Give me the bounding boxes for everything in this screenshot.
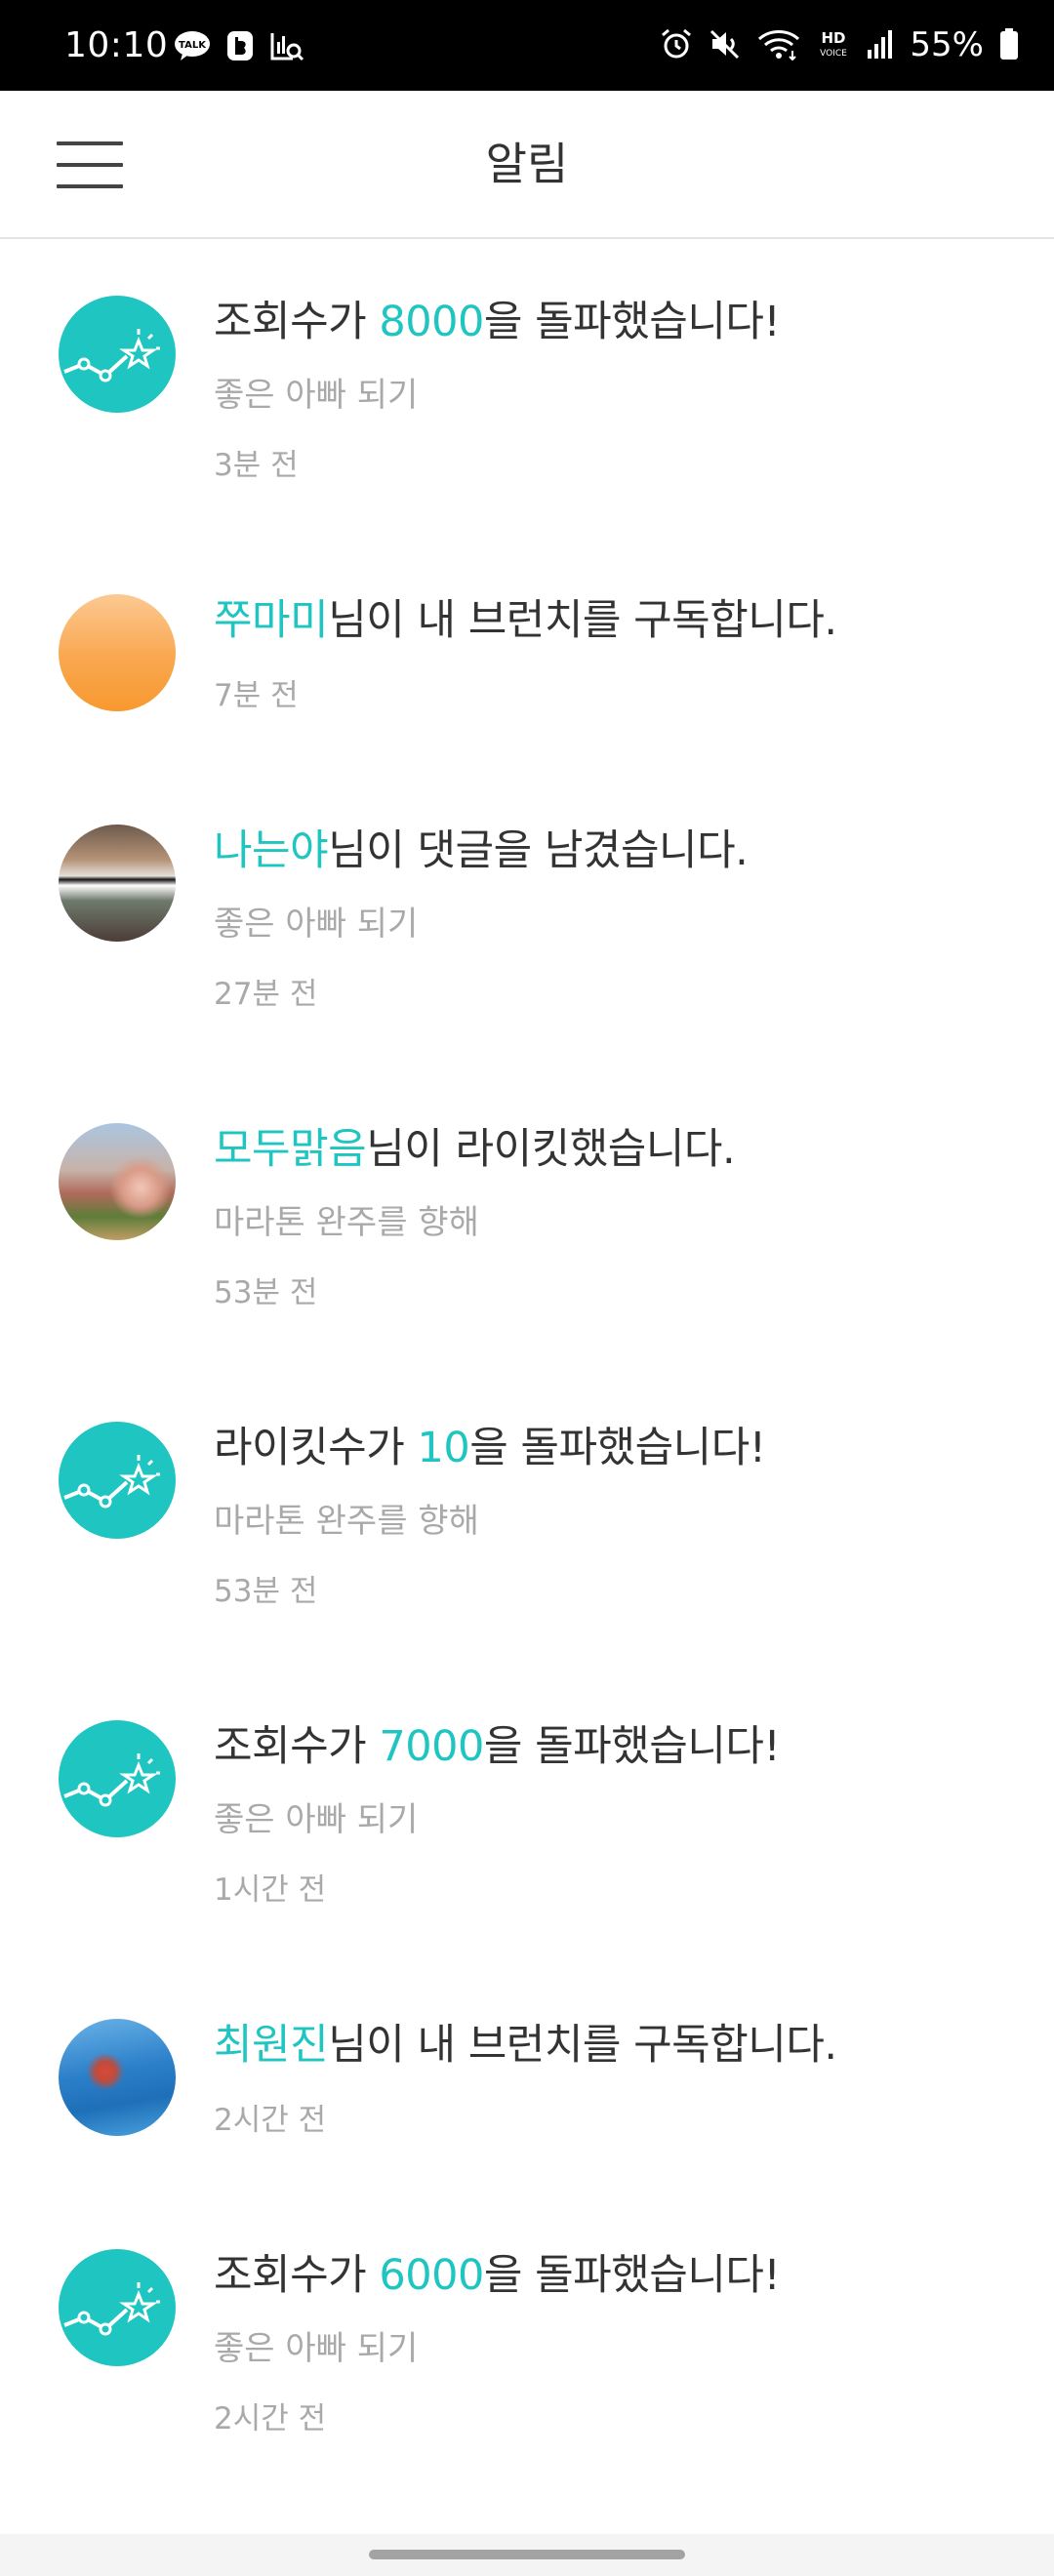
stats-search-icon xyxy=(269,30,304,65)
milestone-star-icon xyxy=(59,2249,176,2366)
status-right-icons: HD VOICE 55% xyxy=(660,0,1019,91)
home-gesture-handle[interactable] xyxy=(369,2550,685,2559)
mute-icon xyxy=(709,27,742,64)
notification-time: 1시간 전 xyxy=(214,1872,327,1908)
notification-title: 최원진님이 내 브런치를 구독합니다. xyxy=(214,2021,837,2070)
notification-title: 나는야님이 댓글을 남겼습니다. xyxy=(214,826,749,875)
notification-subtitle: 좋은 아빠 되기 xyxy=(214,1800,419,1839)
band-icon xyxy=(226,30,254,65)
notification-subtitle: 마라톤 완주를 향해 xyxy=(214,1502,479,1541)
status-time: 10:10 xyxy=(64,25,169,65)
notification-subtitle: 마라톤 완주를 향해 xyxy=(214,1203,479,1242)
notification-subtitle: 좋은 아빠 되기 xyxy=(214,376,419,415)
notification-item[interactable]: 나는야님이 댓글을 남겼습니다. 좋은 아빠 되기 27분 전 xyxy=(0,768,1054,1067)
status-left-icons: TALK xyxy=(174,30,304,65)
page-title: 알림 xyxy=(485,138,569,190)
notification-time: 53분 전 xyxy=(214,1275,318,1310)
notification-title: 라이킷수가 10을 돌파했습니다! xyxy=(214,1424,766,1472)
battery-icon xyxy=(999,27,1019,64)
hd-label: HD xyxy=(822,29,846,47)
notification-item[interactable]: 라이킷수가 10을 돌파했습니다! 마라톤 완주를 향해 53분 전 xyxy=(0,1365,1054,1664)
notification-title: 모두맑음님이 라이킷했습니다. xyxy=(214,1125,736,1174)
status-bar: 10:10 TALK HD VOICE 55% xyxy=(0,0,1054,91)
notification-item[interactable]: 조회수가 6000을 돌파했습니다! 좋은 아빠 되기 2시간 전 xyxy=(0,2193,1054,2491)
wifi-icon xyxy=(757,27,800,64)
voice-label: VOICE xyxy=(821,49,848,59)
battery-percent: 55% xyxy=(910,25,984,64)
notification-time: 27분 전 xyxy=(214,977,318,1012)
notification-title: 쭈마미님이 내 브런치를 구독합니다. xyxy=(214,596,837,645)
notification-item[interactable]: 조회수가 8000을 돌파했습니다! 좋은 아빠 되기 3분 전 xyxy=(0,239,1054,538)
hd-voice-icon: HD VOICE xyxy=(816,27,851,64)
notification-subtitle: 좋은 아빠 되기 xyxy=(214,905,419,944)
photo-avatar xyxy=(59,825,176,942)
signal-icon xyxy=(867,28,894,63)
notification-item[interactable]: 쭈마미님이 내 브런치를 구독합니다. 7분 전 xyxy=(0,538,1054,768)
notification-time: 2시간 전 xyxy=(214,2103,327,2138)
notification-time: 53분 전 xyxy=(214,1574,318,1609)
photo-avatar xyxy=(59,1123,176,1240)
app-header: 알림 xyxy=(0,91,1054,239)
milestone-star-icon xyxy=(59,296,176,413)
milestone-star-icon xyxy=(59,1720,176,1837)
notification-subtitle: 좋은 아빠 되기 xyxy=(214,2329,419,2368)
orange-avatar xyxy=(59,594,176,711)
milestone-star-icon xyxy=(59,1422,176,1539)
notification-title: 조회수가 6000을 돌파했습니다! xyxy=(214,2251,781,2300)
notification-title: 조회수가 7000을 돌파했습니다! xyxy=(214,1722,781,1771)
notification-item[interactable]: 최원진님이 내 브런치를 구독합니다. 2시간 전 xyxy=(0,1962,1054,2193)
notification-title: 조회수가 8000을 돌파했습니다! xyxy=(214,298,781,346)
kakaotalk-icon: TALK xyxy=(174,30,211,65)
notification-time: 3분 전 xyxy=(214,448,299,483)
alarm-icon xyxy=(660,27,693,64)
notification-item[interactable]: 조회수가 7000을 돌파했습니다! 좋은 아빠 되기 1시간 전 xyxy=(0,1664,1054,1962)
kakaotalk-label: TALK xyxy=(179,40,207,51)
notification-item[interactable]: 모두맑음님이 라이킷했습니다. 마라톤 완주를 향해 53분 전 xyxy=(0,1067,1054,1365)
photo-avatar xyxy=(59,2019,176,2136)
notification-time: 7분 전 xyxy=(214,678,299,713)
notification-time: 2시간 전 xyxy=(214,2401,327,2436)
navigation-bar xyxy=(0,2534,1054,2576)
